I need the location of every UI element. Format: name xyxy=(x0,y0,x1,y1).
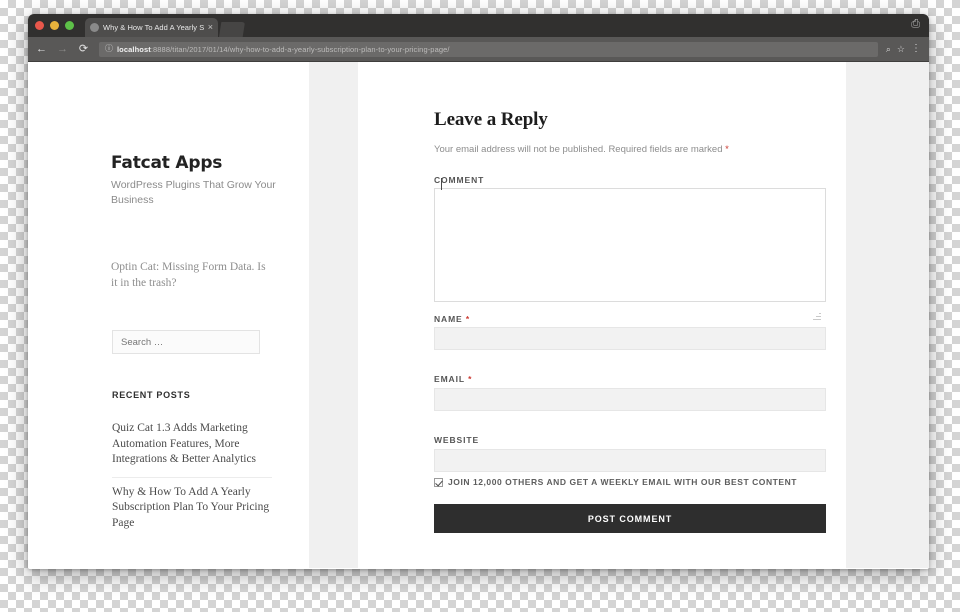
site-title: Fatcat Apps xyxy=(111,153,223,173)
sidebar-column: Fatcat Apps WordPress Plugins That Grow … xyxy=(28,62,309,568)
website-field[interactable] xyxy=(434,449,826,472)
name-field[interactable] xyxy=(434,327,826,350)
text-cursor xyxy=(441,178,442,190)
url-path: :8888/titan/2017/01/14/why-how-to-add-a-… xyxy=(150,44,450,54)
site-tagline: WordPress Plugins That Grow Your Busines… xyxy=(111,179,276,206)
bookmark-star-icon[interactable]: ☆ xyxy=(897,44,905,54)
recent-posts-heading: RECENT POSTS xyxy=(112,390,191,400)
close-icon[interactable]: × xyxy=(208,23,213,32)
zoom-icon[interactable]: ⌕ xyxy=(886,44,891,54)
page-viewport: Fatcat Apps WordPress Plugins That Grow … xyxy=(28,62,929,568)
required-asterisk: * xyxy=(465,314,471,324)
new-tab-button[interactable] xyxy=(219,22,245,37)
comment-textarea[interactable] xyxy=(434,188,826,302)
tab-title: Why & How To Add A Yearly S xyxy=(103,23,204,32)
recent-posts-list: Quiz Cat 1.3 Adds Marketing Automation F… xyxy=(112,414,272,540)
resize-handle-icon[interactable] xyxy=(813,312,821,320)
content-column: Leave a Reply Your email address will no… xyxy=(358,62,846,568)
sidebar-post-link[interactable]: Optin Cat: Missing Form Data. Is it in t… xyxy=(111,259,271,291)
search-widget xyxy=(112,330,260,354)
email-label-text: EMAIL xyxy=(434,374,465,384)
subscribe-label: JOIN 12,000 OTHERS AND GET A WEEKLY EMAI… xyxy=(448,477,798,487)
browser-window: Why & How To Add A Yearly S × ⎙ ← → ⟳ ⓘ … xyxy=(28,14,929,569)
required-asterisk: * xyxy=(725,144,729,155)
window-controls[interactable] xyxy=(35,21,74,30)
subscribe-row[interactable]: JOIN 12,000 OTHERS AND GET A WEEKLY EMAI… xyxy=(434,477,797,487)
name-label: NAME * xyxy=(434,314,470,324)
post-comment-button[interactable]: POST COMMENT xyxy=(434,504,826,533)
reload-button[interactable]: ⟳ xyxy=(76,42,91,57)
required-asterisk: * xyxy=(468,374,473,384)
browser-menu-icon[interactable]: ⋮ xyxy=(911,44,921,54)
close-window-button[interactable] xyxy=(35,21,44,30)
minimize-window-button[interactable] xyxy=(50,21,59,30)
list-item[interactable]: Quiz Cat 1.3 Adds Marketing Automation F… xyxy=(112,414,272,477)
browser-toolbar: ← → ⟳ ⓘ localhost:8888/titan/2017/01/14/… xyxy=(28,37,929,62)
print-icon[interactable]: ⎙ xyxy=(911,19,920,30)
globe-icon xyxy=(90,23,99,32)
form-notice-text: Your email address will not be published… xyxy=(434,144,723,155)
tab-strip: Why & How To Add A Yearly S × xyxy=(85,18,245,37)
page-title: Leave a Reply xyxy=(434,109,548,130)
search-input[interactable] xyxy=(112,330,260,354)
site-info-icon[interactable]: ⓘ xyxy=(105,45,113,53)
email-field[interactable] xyxy=(434,388,826,411)
forward-button[interactable]: → xyxy=(55,42,70,57)
maximize-window-button[interactable] xyxy=(65,21,74,30)
browser-tab[interactable]: Why & How To Add A Yearly S × xyxy=(85,18,218,37)
url-host: localhost xyxy=(117,44,151,54)
address-bar[interactable]: ⓘ localhost:8888/titan/2017/01/14/why-ho… xyxy=(99,41,878,57)
list-item[interactable]: Why & How To Add A Yearly Subscription P… xyxy=(112,476,272,541)
name-label-text: NAME xyxy=(434,314,463,324)
back-button[interactable]: ← xyxy=(34,42,49,57)
browser-titlebar: Why & How To Add A Yearly S × ⎙ xyxy=(28,14,929,37)
email-label: EMAIL * xyxy=(434,374,472,384)
website-label: WEBSITE xyxy=(434,435,480,445)
subscribe-checkbox[interactable] xyxy=(434,477,443,487)
form-notice: Your email address will not be published… xyxy=(434,144,729,155)
